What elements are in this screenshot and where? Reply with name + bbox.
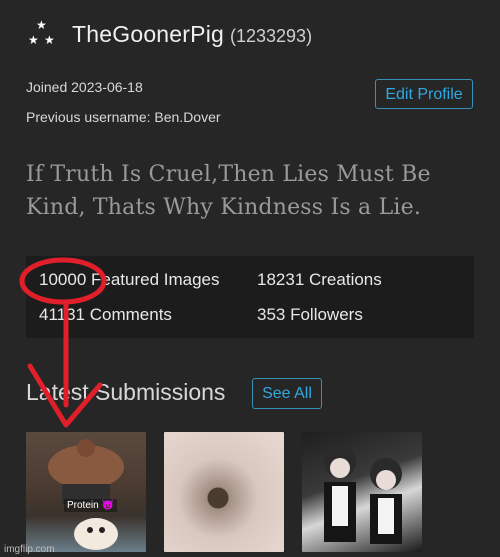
stat-followers[interactable]: 353 Followers	[257, 305, 363, 325]
stats-panel: 10000 Featured Images 18231 Creations 41…	[26, 256, 474, 338]
triangle-stars-icon: ★ ★ ★	[28, 18, 55, 47]
profile-header: ★ ★ ★ TheGoonerPig (1233293)	[26, 18, 312, 50]
submission-thumbnail[interactable]	[302, 432, 422, 552]
submission-thumbnail[interactable]: Protein 😈	[26, 432, 146, 552]
stat-featured-images[interactable]: 10000 Featured Images	[39, 270, 220, 290]
see-all-button[interactable]: See All	[252, 378, 322, 409]
username: TheGoonerPig	[72, 20, 224, 47]
thumbnail-image	[324, 446, 402, 544]
profile-bio: If Truth Is Cruel,Then Lies Must Be Kind…	[26, 162, 431, 220]
previous-username: Previous username: Ben.Dover	[26, 109, 221, 125]
watermark: imgflip.com	[4, 544, 55, 555]
edit-profile-button[interactable]: Edit Profile	[375, 79, 473, 109]
joined-date: Joined 2023-06-18	[26, 79, 143, 95]
submission-thumbnail[interactable]	[164, 432, 284, 552]
user-id: (1233293)	[230, 25, 313, 46]
thumbnail-caption: Protein 😈	[64, 499, 117, 512]
thumbnail-image	[48, 439, 124, 550]
stat-creations[interactable]: 18231 Creations	[257, 270, 382, 290]
latest-submissions-title: Latest Submissions	[26, 379, 226, 405]
stat-comments[interactable]: 41131 Comments	[39, 305, 172, 325]
